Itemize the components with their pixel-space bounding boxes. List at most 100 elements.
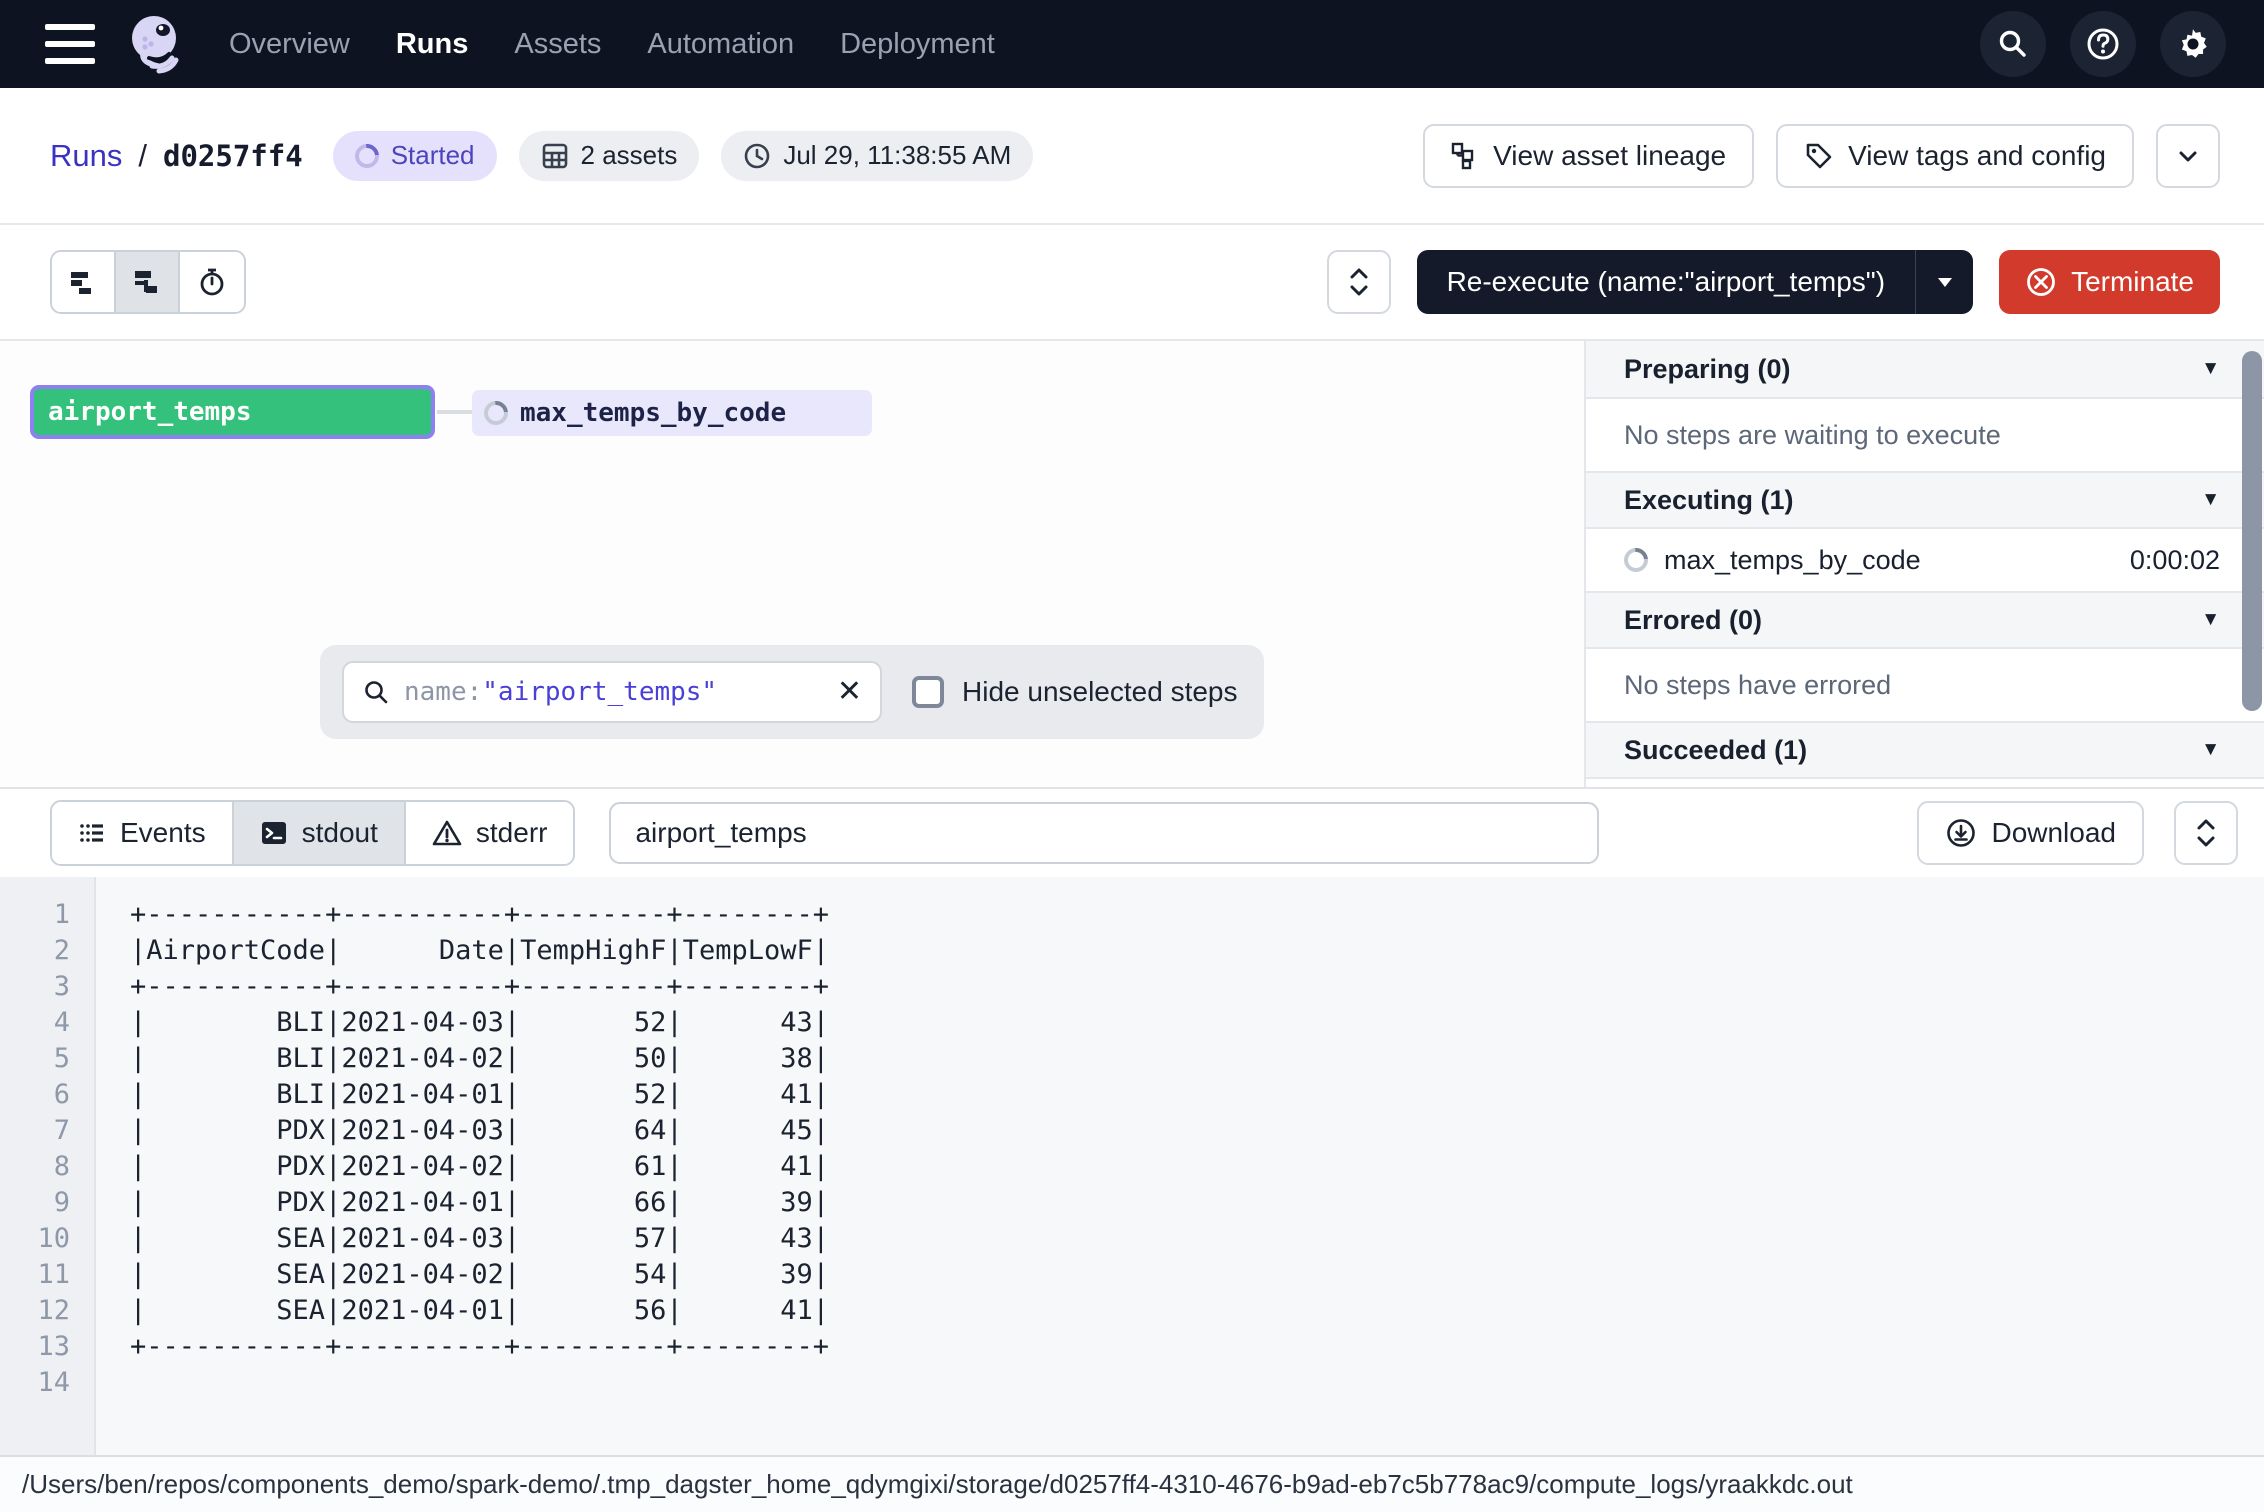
log-file-path-bar: /Users/ben/repos/components_demo/spark-d…	[0, 1455, 2264, 1512]
view-mode-toggle	[50, 250, 246, 314]
line-number: 12	[0, 1293, 94, 1329]
terminate-icon	[2025, 266, 2057, 298]
line-number: 2	[0, 933, 94, 969]
spinner-icon	[1619, 543, 1653, 577]
tab-label: Events	[120, 817, 206, 849]
section-title: Errored (0)	[1624, 605, 1762, 636]
log-file-path: /Users/ben/repos/components_demo/spark-d…	[22, 1469, 1853, 1500]
reexecute-button[interactable]: Re-execute (name:"airport_temps")	[1417, 250, 1916, 314]
line-number: 5	[0, 1041, 94, 1077]
log-line: +-----------+----------+---------+------…	[130, 897, 2264, 933]
line-number: 11	[0, 1257, 94, 1293]
hide-unselected-steps-label: Hide unselected steps	[962, 676, 1238, 708]
section-title: Preparing (0)	[1624, 354, 1791, 385]
log-gutter: 1234567891011121314	[0, 877, 96, 1455]
nav-item-runs[interactable]: Runs	[396, 28, 469, 61]
graph-view-icon	[132, 267, 162, 297]
section-header-succeeded[interactable]: Succeeded (1) ▼	[1586, 721, 2264, 779]
download-button[interactable]: Download	[1917, 801, 2144, 865]
chevron-down-icon: ▼	[2201, 739, 2220, 761]
section-body-preparing: No steps are waiting to execute	[1586, 399, 2264, 471]
reexecute-split-button: Re-execute (name:"airport_temps")	[1417, 250, 1974, 314]
terminate-button[interactable]: Terminate	[1999, 250, 2220, 314]
graph-node-airport-temps[interactable]: airport_temps	[30, 385, 435, 439]
step-name: max_temps_by_code	[1664, 545, 1921, 576]
reexecute-dropdown-button[interactable]	[1915, 250, 1973, 314]
line-number: 8	[0, 1149, 94, 1185]
clear-search-icon[interactable]: ✕	[837, 677, 862, 707]
tab-stderr[interactable]: stderr	[406, 802, 574, 864]
header-actions: View asset lineage View tags and config	[1423, 124, 2220, 188]
view-asset-lineage-button[interactable]: View asset lineage	[1423, 124, 1754, 188]
assets-badge[interactable]: 2 assets	[519, 131, 700, 181]
line-number: 14	[0, 1365, 94, 1401]
tab-stdout[interactable]: stdout	[234, 802, 406, 864]
nav-links: Overview Runs Assets Automation Deployme…	[229, 28, 995, 61]
search-icon	[362, 678, 390, 706]
view-asset-lineage-label: View asset lineage	[1493, 140, 1726, 172]
log-line: | SEA|2021-04-02| 54| 39|	[130, 1257, 2264, 1293]
line-number: 7	[0, 1113, 94, 1149]
stopwatch-icon	[197, 267, 227, 297]
terminal-icon	[260, 819, 288, 847]
zoom-fit-button[interactable]	[1327, 250, 1391, 314]
view-tags-config-label: View tags and config	[1848, 140, 2106, 172]
log-line: | SEA|2021-04-03| 57| 43|	[130, 1221, 2264, 1257]
graph-node-max-temps-by-code[interactable]: max_temps_by_code	[472, 390, 872, 436]
assets-badge-label: 2 assets	[581, 140, 678, 171]
top-nav: Overview Runs Assets Automation Deployme…	[0, 0, 2264, 88]
log-line: | PDX|2021-04-02| 61| 41|	[130, 1149, 2264, 1185]
clock-icon	[743, 142, 771, 170]
timer-view-button[interactable]	[180, 252, 244, 312]
hamburger-menu-icon[interactable]	[45, 24, 95, 64]
run-toolbar: Re-execute (name:"airport_temps") Termin…	[0, 225, 2264, 341]
view-tags-config-button[interactable]: View tags and config	[1776, 124, 2134, 188]
timestamp-badge: Jul 29, 11:38:55 AM	[721, 131, 1033, 181]
hide-unselected-steps-toggle[interactable]: Hide unselected steps	[912, 676, 1238, 708]
more-actions-button[interactable]	[2156, 124, 2220, 188]
log-filter-input[interactable]	[609, 802, 1599, 864]
settings-button[interactable]	[2160, 11, 2226, 77]
expand-logs-button[interactable]	[2174, 801, 2238, 865]
section-header-preparing[interactable]: Preparing (0) ▼	[1586, 341, 2264, 399]
spinner-icon	[479, 396, 513, 430]
section-header-executing[interactable]: Executing (1) ▼	[1586, 471, 2264, 529]
op-graph-canvas[interactable]: airport_temps max_temps_by_code name:"ai…	[0, 341, 1584, 787]
step-search-overlay: name:"airport_temps" ✕ Hide unselected s…	[320, 645, 1264, 739]
nav-item-automation[interactable]: Automation	[647, 28, 794, 61]
elapsed-time: 0:00:02	[2130, 545, 2220, 576]
section-title: Executing (1)	[1624, 485, 1794, 516]
graph-view-button[interactable]	[116, 252, 180, 312]
breadcrumb-separator: /	[138, 138, 147, 174]
warning-icon	[432, 819, 462, 847]
expand-vertical-icon	[2193, 818, 2219, 848]
executing-step-row[interactable]: max_temps_by_code 0:00:02	[1586, 529, 2264, 591]
nav-item-deployment[interactable]: Deployment	[840, 28, 995, 61]
run-id: d0257ff4	[163, 139, 303, 173]
search-button[interactable]	[1980, 11, 2046, 77]
log-line: +-----------+----------+---------+------…	[130, 969, 2264, 1005]
empty-state-text: No steps are waiting to execute	[1624, 420, 2001, 451]
section-header-errored[interactable]: Errored (0) ▼	[1586, 591, 2264, 649]
help-button[interactable]	[2070, 11, 2136, 77]
breadcrumb: Runs / d0257ff4	[50, 138, 303, 174]
line-number: 6	[0, 1077, 94, 1113]
gantt-view-button[interactable]	[52, 252, 116, 312]
gantt-icon	[68, 267, 98, 297]
tab-events[interactable]: Events	[52, 802, 234, 864]
gear-icon	[2175, 26, 2211, 62]
dagster-logo[interactable]	[121, 11, 187, 77]
query-value: "airport_temps"	[482, 677, 717, 707]
nav-item-overview[interactable]: Overview	[229, 28, 350, 61]
log-viewer[interactable]: 1234567891011121314 +-----------+-------…	[0, 877, 2264, 1455]
checkbox[interactable]	[912, 676, 944, 708]
panel-scrollbar[interactable]	[2242, 351, 2262, 711]
log-tabs: Events stdout stderr	[50, 800, 575, 866]
line-number: 4	[0, 1005, 94, 1041]
step-search-input[interactable]: name:"airport_temps" ✕	[342, 661, 882, 723]
log-actions: Download	[1917, 801, 2238, 865]
nav-item-assets[interactable]: Assets	[514, 28, 601, 61]
log-line: | SEA|2021-04-01| 56| 41|	[130, 1293, 2264, 1329]
breadcrumb-runs-link[interactable]: Runs	[50, 138, 122, 174]
section-body-errored: No steps have errored	[1586, 649, 2264, 721]
